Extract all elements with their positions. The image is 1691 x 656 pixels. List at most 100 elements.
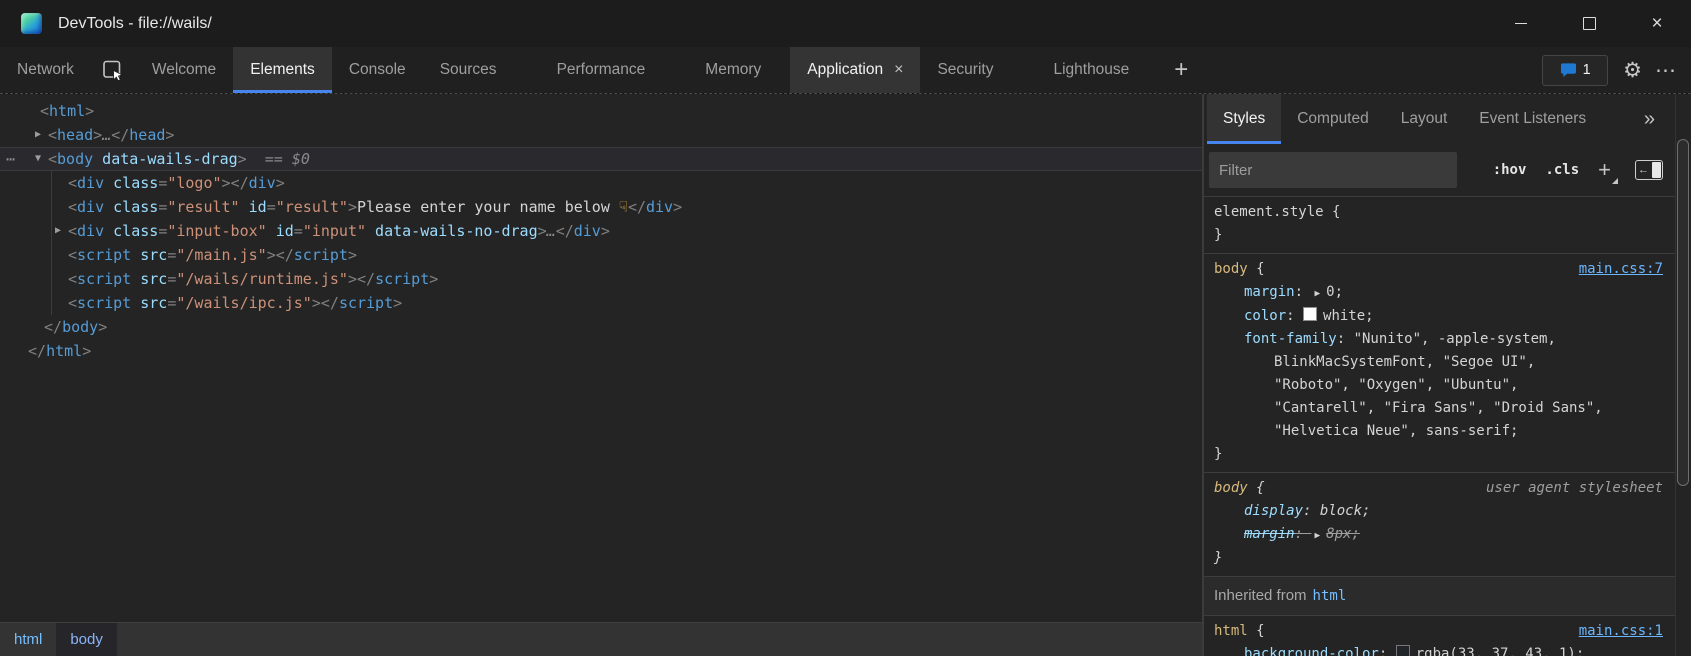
- add-tab-button[interactable]: +: [1160, 47, 1202, 93]
- token-p: <: [68, 174, 77, 192]
- dom-tree-row[interactable]: <html>: [0, 99, 1202, 123]
- dom-tree-row[interactable]: ▶<head>…</head>: [0, 123, 1202, 147]
- tab-application[interactable]: Application ×: [790, 47, 920, 93]
- new-style-rule-button[interactable]: +: [1598, 159, 1616, 181]
- dom-tree-row[interactable]: ▶<div class="input-box" id="input" data-…: [0, 219, 1202, 243]
- token-t: body: [62, 318, 98, 336]
- tab-computed[interactable]: Computed: [1281, 94, 1385, 144]
- style-rule: html { main.css:1background-color: rgba(3…: [1204, 616, 1675, 656]
- tab-security[interactable]: Security: [920, 47, 1010, 93]
- message-bubble-icon: [1560, 62, 1577, 78]
- token-pln: :: [1286, 308, 1303, 324]
- token-p: <: [68, 246, 77, 264]
- maximize-button[interactable]: [1555, 0, 1623, 47]
- css-declaration[interactable]: font-family: "Nunito", -apple-system,: [1214, 328, 1663, 351]
- twisty-icon[interactable]: ▶: [31, 123, 45, 147]
- dom-tree-row[interactable]: <script src="/wails/runtime.js"></script…: [0, 267, 1202, 291]
- expand-arrow-icon[interactable]: ▶: [1314, 288, 1320, 299]
- token-p: >: [348, 198, 357, 216]
- breadcrumb-item-body[interactable]: body: [56, 623, 117, 656]
- tab-memory[interactable]: Memory: [688, 47, 778, 93]
- token-v: "input": [303, 222, 366, 240]
- tab-styles[interactable]: Styles: [1207, 94, 1281, 144]
- css-declaration[interactable]: margin: ▶8px;: [1214, 523, 1663, 547]
- dom-tree-row[interactable]: <div class="logo"></div>: [0, 171, 1202, 195]
- dom-tree-row[interactable]: <div class="result" id="result">Please e…: [0, 195, 1202, 219]
- styles-scrollbar[interactable]: [1675, 94, 1691, 656]
- dom-tree-row[interactable]: <script src="/wails/ipc.js"></script>: [0, 291, 1202, 315]
- token-e: ☟: [619, 198, 628, 216]
- toggle-sidebar-icon[interactable]: ←: [1635, 160, 1663, 180]
- token-p: </: [276, 246, 294, 264]
- token-p: </: [28, 342, 46, 360]
- toggle-pseudo-state-button[interactable]: :hov: [1493, 162, 1527, 178]
- css-declaration[interactable]: display: block;: [1214, 500, 1663, 523]
- filter-input[interactable]: [1209, 152, 1457, 188]
- devtools-body: <html>▶<head>…</head>⋯▼<body data-wails-…: [0, 93, 1691, 656]
- css-declaration[interactable]: margin: ▶0;: [1214, 281, 1663, 305]
- stylesheet-link[interactable]: main.css:7: [1579, 258, 1663, 281]
- dom-tree-row[interactable]: <script src="/main.js"></script>: [0, 243, 1202, 267]
- tab-console[interactable]: Console: [332, 47, 423, 93]
- css-declaration[interactable]: "Roboto", "Oxygen", "Ubuntu",: [1214, 374, 1663, 397]
- window-title: DevTools - file://wails/: [58, 15, 212, 33]
- twisty-icon[interactable]: ▶: [51, 219, 65, 243]
- token-a: id: [267, 222, 294, 240]
- token-t: div: [77, 198, 104, 216]
- css-declaration[interactable]: "Helvetica Neue", sans-serif;: [1214, 420, 1663, 443]
- styles-sections: element.style {}body {main.css:7margin: …: [1204, 197, 1675, 656]
- tab-network[interactable]: Network: [0, 47, 91, 93]
- close-tab-icon[interactable]: ×: [894, 62, 903, 78]
- css-declaration[interactable]: color: white;: [1214, 305, 1663, 328]
- token-prop: display: [1244, 503, 1303, 519]
- dom-tree-row[interactable]: ⋯▼<body data-wails-drag> == $0: [0, 147, 1202, 171]
- token-p: </: [111, 126, 129, 144]
- node-more-actions-icon[interactable]: ⋯: [6, 147, 16, 171]
- inspect-element-button[interactable]: [91, 47, 135, 93]
- element-classes-button[interactable]: .cls: [1545, 162, 1579, 178]
- rule-selector[interactable]: element.style {: [1214, 201, 1340, 224]
- expand-arrow-icon[interactable]: ▶: [1314, 530, 1320, 541]
- inherited-node-link[interactable]: html: [1313, 588, 1347, 604]
- more-tabs-button[interactable]: »: [1644, 94, 1655, 144]
- more-options-button[interactable]: ⋯: [1655, 60, 1677, 81]
- tab-lighthouse[interactable]: Lighthouse: [1036, 47, 1146, 93]
- token-p: </: [628, 198, 646, 216]
- issues-badge[interactable]: 1: [1542, 55, 1608, 86]
- token-prop: font-family: [1244, 331, 1337, 347]
- css-declaration[interactable]: background-color: rgba(33, 37, 43, 1);: [1214, 643, 1663, 656]
- token-t: html: [49, 102, 85, 120]
- color-swatch[interactable]: [1303, 307, 1317, 321]
- dom-tree-row[interactable]: </html>: [0, 339, 1202, 363]
- token-val: "Helvetica Neue", sans-serif;: [1274, 423, 1518, 439]
- tab-layout[interactable]: Layout: [1385, 94, 1464, 144]
- tab-event-listeners[interactable]: Event Listeners: [1463, 94, 1602, 144]
- twisty-icon[interactable]: ▼: [31, 147, 45, 171]
- token-sval: 8px;: [1326, 526, 1360, 542]
- token-sel: html: [1214, 623, 1248, 639]
- breadcrumb-item-html[interactable]: html: [0, 623, 56, 656]
- token-t: script: [294, 246, 348, 264]
- settings-button[interactable]: ⚙: [1623, 60, 1642, 81]
- close-button[interactable]: ×: [1623, 0, 1691, 47]
- token-val: block;: [1320, 503, 1371, 519]
- token-p: >: [601, 222, 610, 240]
- rule-selector[interactable]: html {: [1214, 620, 1265, 643]
- dom-tree-row[interactable]: </body>: [0, 315, 1202, 339]
- css-declaration[interactable]: "Cantarell", "Fira Sans", "Droid Sans",: [1214, 397, 1663, 420]
- minimize-button[interactable]: [1487, 0, 1555, 47]
- css-declaration[interactable]: BlinkMacSystemFont, "Segoe UI",: [1214, 351, 1663, 374]
- token-v: "input-box": [167, 222, 266, 240]
- tab-sources[interactable]: Sources: [423, 47, 514, 93]
- token-t: body: [57, 150, 93, 168]
- scrollbar-thumb[interactable]: [1677, 139, 1689, 486]
- rule-selector[interactable]: body {: [1214, 258, 1265, 281]
- tab-welcome[interactable]: Welcome: [135, 47, 233, 93]
- stylesheet-link[interactable]: main.css:1: [1579, 620, 1663, 643]
- rule-selector[interactable]: body {: [1214, 477, 1265, 500]
- tab-elements[interactable]: Elements: [233, 47, 332, 93]
- token-val: "Roboto", "Oxygen", "Ubuntu",: [1274, 377, 1518, 393]
- color-swatch[interactable]: [1396, 645, 1410, 656]
- tab-performance[interactable]: Performance: [540, 47, 663, 93]
- token-a: data-wails-drag: [93, 150, 238, 168]
